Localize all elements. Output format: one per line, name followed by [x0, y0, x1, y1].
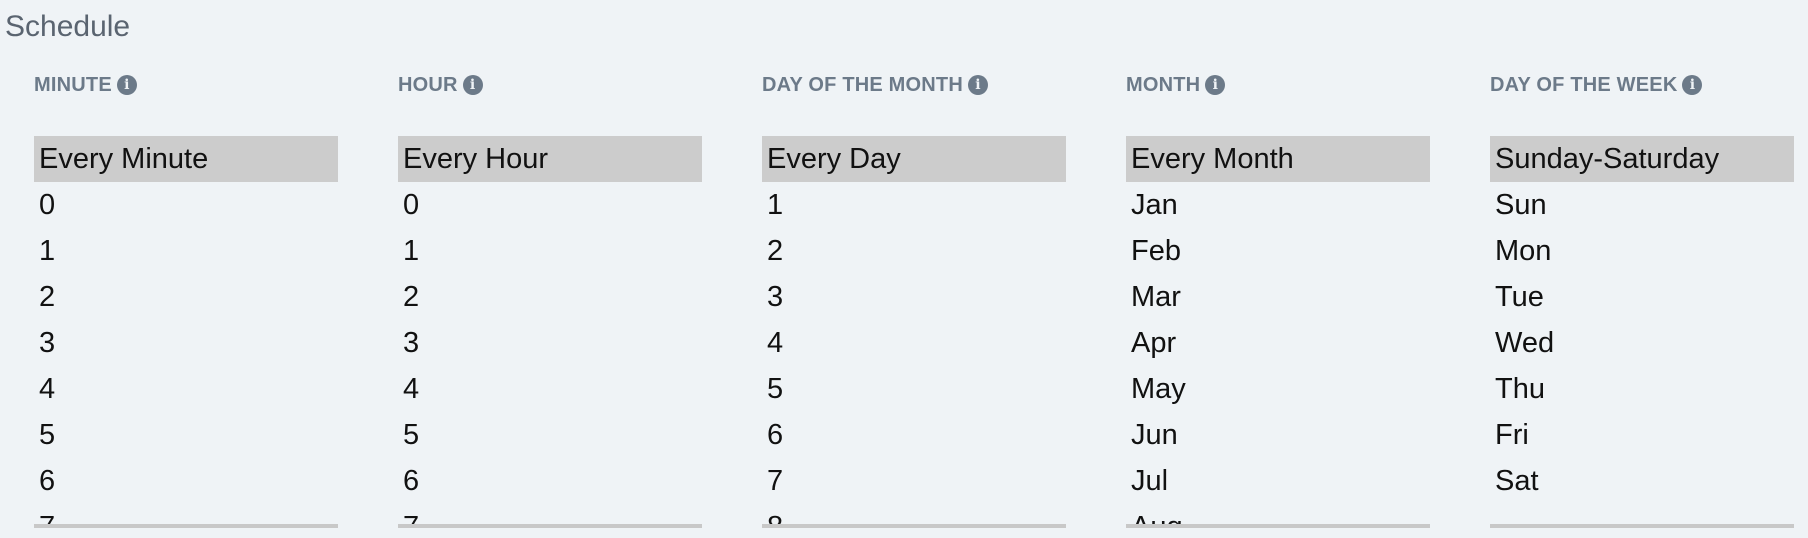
month-option[interactable]: Feb: [1126, 228, 1430, 274]
day-of-week-option[interactable]: Wed: [1490, 320, 1794, 366]
month-option[interactable]: Every Month: [1126, 136, 1430, 182]
minute-header-label: MINUTE: [34, 73, 112, 96]
schedule-columns: MINUTE i Every Minute 0 1 2 3 4 5 6 7 HO…: [34, 70, 1794, 528]
month-select[interactable]: Every Month Jan Feb Mar Apr May Jun Jul …: [1126, 136, 1430, 528]
minute-option[interactable]: 1: [34, 228, 338, 274]
day-of-month-option[interactable]: 2: [762, 228, 1066, 274]
day-of-week-option[interactable]: Tue: [1490, 274, 1794, 320]
minute-header: MINUTE i: [34, 70, 398, 100]
month-option[interactable]: May: [1126, 366, 1430, 412]
minute-option[interactable]: 2: [34, 274, 338, 320]
hour-header: HOUR i: [398, 70, 762, 100]
month-column: MONTH i Every Month Jan Feb Mar Apr May …: [1126, 70, 1490, 528]
schedule-panel: Schedule MINUTE i Every Minute 0 1 2 3 4…: [0, 0, 1808, 538]
day-of-month-option[interactable]: 1: [762, 182, 1066, 228]
month-header-label: MONTH: [1126, 73, 1201, 96]
minute-option[interactable]: 0: [34, 182, 338, 228]
hour-info-icon[interactable]: i: [462, 75, 483, 95]
hour-option[interactable]: 1: [398, 228, 702, 274]
day-of-month-option[interactable]: 3: [762, 274, 1066, 320]
day-of-week-option[interactable]: Sun: [1490, 182, 1794, 228]
day-of-month-info-icon[interactable]: i: [968, 75, 988, 95]
hour-option[interactable]: 3: [398, 320, 702, 366]
hour-option[interactable]: 7: [398, 504, 702, 524]
hour-column: HOUR i Every Hour 0 1 2 3 4 5 6 7: [398, 70, 762, 528]
day-of-week-header: DAY OF THE WEEK i: [1490, 70, 1794, 100]
day-of-month-column: DAY OF THE MONTH i Every Day 1 2 3 4 5 6…: [762, 70, 1126, 528]
month-info-icon[interactable]: i: [1205, 75, 1226, 95]
day-of-month-select[interactable]: Every Day 1 2 3 4 5 6 7 8: [762, 136, 1066, 528]
day-of-week-header-label: DAY OF THE WEEK: [1490, 73, 1678, 96]
month-header: MONTH i: [1126, 70, 1490, 100]
minute-option[interactable]: 6: [34, 458, 338, 504]
month-option[interactable]: Jan: [1126, 182, 1430, 228]
day-of-week-info-icon[interactable]: i: [1682, 75, 1703, 95]
day-of-month-option[interactable]: 8: [762, 504, 1066, 524]
day-of-month-option[interactable]: 6: [762, 412, 1066, 458]
minute-column: MINUTE i Every Minute 0 1 2 3 4 5 6 7: [34, 70, 398, 528]
section-title: Schedule: [5, 10, 131, 43]
minute-option[interactable]: 5: [34, 412, 338, 458]
minute-option[interactable]: 7: [34, 504, 338, 524]
month-option[interactable]: Apr: [1126, 320, 1430, 366]
month-option[interactable]: Aug: [1126, 504, 1430, 524]
day-of-week-option[interactable]: Thu: [1490, 366, 1794, 412]
day-of-month-option[interactable]: 4: [762, 320, 1066, 366]
minute-option[interactable]: 3: [34, 320, 338, 366]
month-option[interactable]: Jun: [1126, 412, 1430, 458]
day-of-month-option[interactable]: 5: [762, 366, 1066, 412]
minute-option[interactable]: Every Minute: [34, 136, 338, 182]
day-of-week-option[interactable]: Sat: [1490, 458, 1794, 504]
hour-option[interactable]: 2: [398, 274, 702, 320]
hour-select[interactable]: Every Hour 0 1 2 3 4 5 6 7: [398, 136, 702, 528]
day-of-month-option[interactable]: 7: [762, 458, 1066, 504]
minute-info-icon[interactable]: i: [116, 75, 137, 95]
hour-option[interactable]: 5: [398, 412, 702, 458]
day-of-month-header-label: DAY OF THE MONTH: [762, 73, 963, 96]
hour-header-label: HOUR: [398, 73, 458, 96]
day-of-week-column: DAY OF THE WEEK i Sunday-Saturday Sun Mo…: [1490, 70, 1794, 528]
month-option[interactable]: Mar: [1126, 274, 1430, 320]
minute-option[interactable]: 4: [34, 366, 338, 412]
day-of-week-option[interactable]: Sunday-Saturday: [1490, 136, 1794, 182]
day-of-month-option[interactable]: Every Day: [762, 136, 1066, 182]
hour-option[interactable]: 0: [398, 182, 702, 228]
day-of-week-select[interactable]: Sunday-Saturday Sun Mon Tue Wed Thu Fri …: [1490, 136, 1794, 528]
minute-select[interactable]: Every Minute 0 1 2 3 4 5 6 7: [34, 136, 338, 528]
month-option[interactable]: Jul: [1126, 458, 1430, 504]
day-of-week-option[interactable]: Fri: [1490, 412, 1794, 458]
hour-option[interactable]: 6: [398, 458, 702, 504]
day-of-week-option[interactable]: Mon: [1490, 228, 1794, 274]
hour-option[interactable]: Every Hour: [398, 136, 702, 182]
hour-option[interactable]: 4: [398, 366, 702, 412]
day-of-month-header: DAY OF THE MONTH i: [762, 70, 1126, 100]
